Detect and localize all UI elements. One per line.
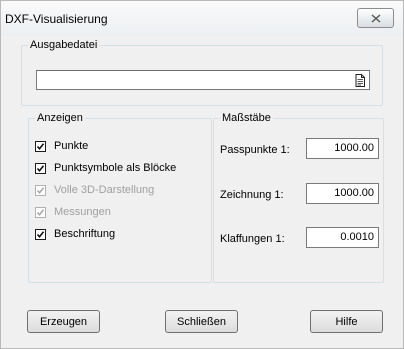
checkbox-label: Punkte bbox=[54, 140, 89, 152]
checkbox-points[interactable]: Punkte bbox=[35, 138, 88, 154]
checkmark-icon bbox=[36, 208, 45, 216]
display-legend: Anzeigen bbox=[35, 112, 85, 124]
checkbox-labeling[interactable]: Beschriftung bbox=[35, 226, 115, 242]
checkbox-point-symbols-as-blocks[interactable]: Punktsymbole als Blöcke bbox=[35, 160, 176, 176]
output-file-group: Ausgabedatei bbox=[21, 39, 383, 106]
checkmark-icon bbox=[36, 230, 45, 238]
checkbox-box[interactable] bbox=[35, 162, 46, 174]
checkbox-box[interactable] bbox=[35, 140, 46, 152]
drawing-scale-input[interactable]: 1000.00 bbox=[306, 183, 379, 204]
close-icon bbox=[371, 13, 380, 23]
output-file-legend: Ausgabedatei bbox=[28, 39, 100, 51]
residuals-scale-label: Klaffungen 1: bbox=[220, 233, 285, 245]
scales-group: Maßstäbe Passpunkte 1: 1000.00 Zeichnung… bbox=[213, 112, 384, 283]
dialog-window: DXF-Visualisierung Ausgabedatei Anzeigen… bbox=[0, 0, 404, 349]
browse-file-button[interactable] bbox=[353, 72, 367, 88]
control-points-scale-input[interactable]: 1000.00 bbox=[306, 138, 379, 159]
checkbox-label: Messungen bbox=[54, 206, 111, 218]
close-button[interactable]: Schließen bbox=[165, 310, 238, 333]
scales-legend: Maßstäbe bbox=[220, 112, 273, 124]
document-icon bbox=[355, 73, 365, 87]
close-window-button[interactable] bbox=[357, 8, 394, 28]
checkbox-box[interactable] bbox=[35, 228, 46, 240]
checkmark-icon bbox=[36, 142, 45, 150]
window-title: DXF-Visualisierung bbox=[5, 12, 108, 26]
create-button[interactable]: Erzeugen bbox=[27, 310, 100, 333]
checkmark-icon bbox=[36, 186, 45, 194]
checkbox-label: Volle 3D-Darstellung bbox=[54, 184, 155, 196]
checkbox-full-3d-display[interactable]: Volle 3D-Darstellung bbox=[35, 182, 154, 198]
checkbox-measurements[interactable]: Messungen bbox=[35, 204, 111, 220]
output-file-input[interactable] bbox=[36, 70, 370, 90]
title-bar[interactable]: DXF-Visualisierung bbox=[1, 1, 403, 35]
help-button[interactable]: Hilfe bbox=[310, 310, 383, 333]
dialog-client-area: Ausgabedatei Anzeigen Punkte Punktsymbol… bbox=[8, 35, 396, 343]
checkbox-label: Beschriftung bbox=[54, 228, 116, 240]
display-group: Anzeigen Punkte Punktsymbole als Blöcke bbox=[28, 112, 212, 283]
checkbox-box[interactable] bbox=[35, 206, 46, 218]
control-points-scale-label: Passpunkte 1: bbox=[220, 144, 290, 156]
checkmark-icon bbox=[36, 164, 45, 172]
checkbox-box[interactable] bbox=[35, 184, 46, 196]
residuals-scale-input[interactable]: 0.0010 bbox=[306, 227, 379, 248]
checkbox-label: Punktsymbole als Blöcke bbox=[54, 162, 177, 174]
drawing-scale-label: Zeichnung 1: bbox=[220, 189, 284, 201]
